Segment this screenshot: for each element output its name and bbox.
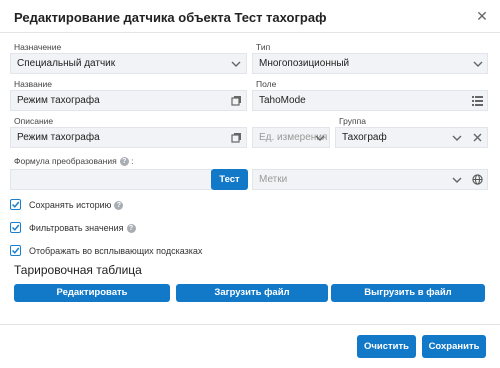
upload-file-button[interactable]: Загрузить файл (176, 284, 328, 302)
globe-icon[interactable] (472, 174, 483, 185)
copy-icon[interactable] (231, 95, 242, 106)
chevron-down-icon (231, 61, 241, 67)
chevron-down-icon (473, 61, 483, 67)
chevron-down-icon[interactable] (452, 133, 462, 143)
list-icon[interactable] (472, 95, 483, 106)
chevron-down-icon (315, 135, 325, 141)
close-icon[interactable]: ✕ (474, 8, 490, 24)
tags-placeholder: Метки (259, 174, 288, 185)
dialog-title: Редактирование датчика объекта Тест тахо… (14, 10, 327, 25)
sensor-edit-dialog: Редактирование датчика объекта Тест тахо… (0, 0, 500, 368)
formula-label: Формула преобразования (14, 156, 117, 166)
description-input[interactable]: Режим тахографа (10, 127, 247, 148)
description-label: Описание (14, 116, 54, 126)
filter-values-label-wrap: Фильтровать значения? (29, 223, 136, 234)
save-history-label: Сохранять историю (29, 200, 112, 210)
purpose-label: Назначение (14, 42, 62, 52)
clear-icon[interactable] (473, 133, 482, 142)
calibration-title: Тарировочная таблица (14, 263, 142, 277)
group-value: Тахограф (342, 132, 387, 143)
group-select[interactable]: Тахограф (335, 127, 488, 148)
formula-input[interactable] (10, 169, 212, 190)
description-value: Режим тахографа (17, 132, 100, 143)
save-history-checkbox[interactable] (10, 199, 21, 210)
type-value: Многопозиционный (259, 58, 350, 69)
check-icon (11, 201, 20, 208)
type-select[interactable]: Многопозиционный (252, 53, 488, 74)
clear-button[interactable]: Очистить (357, 335, 416, 358)
formula-label-colon: : (128, 156, 134, 166)
filter-values-label: Фильтровать значения (29, 223, 124, 233)
chevron-down-icon[interactable] (452, 175, 462, 185)
help-icon[interactable]: ? (119, 157, 129, 167)
show-in-tooltips-label: Отображать во всплывающих подсказках (29, 246, 203, 256)
show-in-tooltips-checkbox[interactable] (10, 245, 21, 256)
name-value: Режим тахографа (17, 95, 100, 106)
test-button[interactable]: Тест (211, 169, 248, 190)
purpose-value: Специальный датчик (17, 58, 116, 69)
field-input[interactable]: TahoMode (252, 90, 488, 111)
name-label: Название (14, 79, 52, 89)
name-input[interactable]: Режим тахографа (10, 90, 247, 111)
check-icon (11, 224, 20, 231)
field-value: TahoMode (259, 95, 306, 106)
purpose-select[interactable]: Специальный датчик (10, 53, 247, 74)
header-divider (0, 32, 500, 33)
check-icon (11, 247, 20, 254)
save-button[interactable]: Сохранить (422, 335, 486, 358)
footer-divider (0, 324, 500, 325)
type-label: Тип (256, 42, 271, 52)
copy-icon[interactable] (231, 132, 242, 143)
filter-values-checkbox[interactable] (10, 222, 21, 233)
help-icon[interactable]: ? (114, 201, 124, 211)
help-icon[interactable]: ? (126, 224, 136, 234)
edit-button[interactable]: Редактировать (14, 284, 170, 302)
download-file-button[interactable]: Выгрузить в файл (331, 284, 485, 302)
formula-label-wrap: Формула преобразования? : (14, 156, 134, 167)
group-label: Группа (339, 116, 366, 126)
field-label: Поле (256, 79, 277, 89)
save-history-label-wrap: Сохранять историю? (29, 200, 124, 211)
